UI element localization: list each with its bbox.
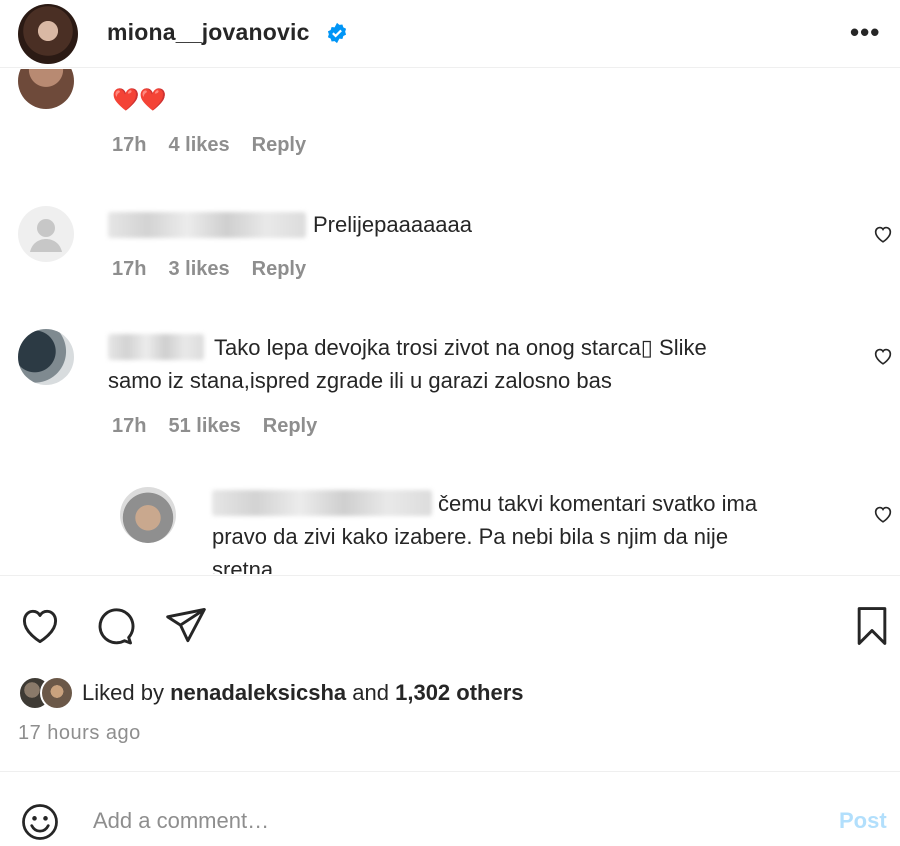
comments-list: ❤️❤️ 17h 4 likes Reply Prelijepaaaaaaa 1… — [0, 69, 900, 574]
commenter-avatar[interactable] — [18, 69, 74, 109]
verified-badge-icon — [327, 22, 347, 44]
author-avatar[interactable] — [18, 4, 78, 64]
share-icon[interactable] — [164, 604, 208, 648]
comment-time: 17h — [112, 134, 147, 156]
commenter-avatar[interactable] — [18, 329, 74, 385]
post-actions: Liked by nenadaleksicsha and 1,302 other… — [0, 575, 900, 770]
comment-input[interactable]: Add a comment… — [93, 808, 269, 834]
comment-likes[interactable]: 4 likes — [168, 134, 229, 157]
commenter-avatar[interactable] — [18, 206, 74, 262]
emoji-icon[interactable] — [18, 800, 62, 844]
comment-text-line: Tako lepa devojka trosi zivot na onog st… — [214, 335, 707, 360]
default-avatar-icon — [30, 219, 62, 252]
comment-time: 17h — [112, 258, 147, 280]
liked-by-summary[interactable]: Liked by nenadaleksicsha and 1,302 other… — [18, 676, 524, 710]
redacted-username — [108, 212, 306, 238]
reply-button[interactable]: Reply — [252, 258, 306, 281]
comment-likes[interactable]: 51 likes — [168, 415, 240, 438]
comment-likes[interactable]: 3 likes — [168, 258, 229, 281]
likes-count[interactable]: 1,302 others — [395, 680, 523, 705]
comment-time: 17h — [112, 415, 147, 437]
like-comment-icon[interactable] — [872, 503, 894, 525]
liker-avatar — [40, 676, 74, 710]
reply-button[interactable]: Reply — [252, 134, 306, 157]
liked-by-and: and — [346, 680, 396, 705]
comment-text-line: sretna — [212, 557, 274, 574]
comment-meta: 17h 4 likes Reply — [112, 134, 306, 157]
comment-meta: 17h 51 likes Reply — [112, 415, 317, 438]
like-comment-icon[interactable] — [872, 345, 894, 367]
comment-meta: 17h 3 likes Reply — [112, 258, 306, 281]
comment-text-line: pravo da zivi kako izabere. Pa nebi bila… — [212, 524, 729, 549]
comment-icon[interactable] — [92, 604, 136, 648]
add-comment-bar: Add a comment… Post — [0, 771, 900, 846]
author-username[interactable]: miona__jovanovic — [107, 19, 310, 46]
comment-text-line: samo iz stana,ispred zgrade ili u garazi… — [108, 368, 612, 393]
comment-text: Prelijepaaaaaaa — [313, 212, 473, 237]
comment-emoji: ❤️❤️ — [112, 87, 167, 112]
reply-button[interactable]: Reply — [263, 415, 317, 438]
post-comment-button[interactable]: Post — [839, 808, 887, 834]
comment-text-line: čemu takvi komentari svatko ima — [438, 491, 758, 516]
comment-text: Tako lepa devojka trosi zivot na onog st… — [108, 331, 707, 397]
liked-by-text: Liked by nenadaleksicsha and 1,302 other… — [82, 680, 524, 706]
more-options-button[interactable]: ••• — [850, 19, 880, 45]
commenter-avatar[interactable] — [120, 487, 176, 543]
post-header: miona__jovanovic ••• — [0, 0, 900, 68]
like-comment-icon[interactable] — [872, 223, 894, 245]
like-icon[interactable] — [18, 604, 62, 648]
comment-text: čemu takvi komentari svatko ima pravo da… — [212, 487, 757, 574]
save-bookmark-icon[interactable] — [850, 604, 894, 648]
liker-username[interactable]: nenadaleksicsha — [170, 680, 346, 705]
post-timestamp: 17 hours ago — [18, 722, 141, 744]
liked-by-prefix: Liked by — [82, 680, 171, 705]
